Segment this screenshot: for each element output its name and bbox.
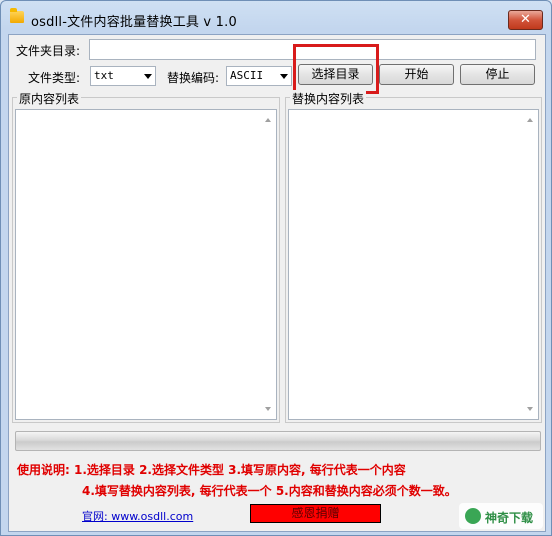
- replace-list-scrollbar[interactable]: [523, 110, 538, 419]
- start-button[interactable]: 开始: [379, 64, 454, 85]
- file-type-value: txt: [94, 69, 114, 82]
- scroll-up-icon[interactable]: [265, 118, 271, 122]
- highlight-box: [293, 44, 379, 94]
- original-list-title: 原内容列表: [17, 90, 82, 107]
- chevron-down-icon: [144, 74, 152, 79]
- title-bar[interactable]: osdll-文件内容批量替换工具 v 1.0 ✕: [1, 1, 551, 35]
- stop-button[interactable]: 停止: [460, 64, 535, 85]
- scroll-down-icon[interactable]: [527, 407, 533, 411]
- encoding-select[interactable]: ASCII: [226, 66, 292, 86]
- replace-list-title: 替换内容列表: [290, 90, 367, 107]
- file-type-select[interactable]: txt: [90, 66, 156, 86]
- instructions-line-1: 使用说明: 1.选择目录 2.选择文件类型 3.填写原内容, 每行代表一个内容: [17, 463, 406, 477]
- watermark: 神奇下载: [459, 503, 543, 529]
- watermark-text: 神奇下载: [485, 511, 534, 525]
- original-content-list[interactable]: [15, 109, 277, 420]
- file-type-label: 文件类型:: [28, 71, 81, 85]
- close-button[interactable]: ✕: [508, 10, 543, 30]
- client-area: 文件夹目录: 文件类型: txt 替换编码: ASCII 选择目录 开始 停止 …: [8, 34, 546, 532]
- instructions-line-2: 4.填写替换内容列表, 每行代表一个 5.内容和替换内容必须个数一致。: [82, 484, 457, 498]
- window-title: osdll-文件内容批量替换工具 v 1.0: [31, 15, 237, 30]
- app-window: osdll-文件内容批量替换工具 v 1.0 ✕ 文件夹目录: 文件类型: tx…: [0, 0, 552, 536]
- encoding-label: 替换编码:: [167, 71, 220, 85]
- donate-button[interactable]: 感恩捐赠: [250, 504, 381, 523]
- replace-content-list[interactable]: [288, 109, 539, 420]
- encoding-value: ASCII: [230, 69, 264, 82]
- scroll-down-icon[interactable]: [265, 407, 271, 411]
- progress-bar: [15, 431, 541, 451]
- scroll-up-icon[interactable]: [527, 118, 533, 122]
- chevron-down-icon: [280, 74, 288, 79]
- folder-icon: [10, 8, 24, 23]
- folder-label: 文件夹目录:: [16, 44, 81, 58]
- website-link[interactable]: 官网: www.osdll.com: [82, 508, 193, 524]
- watermark-logo-icon: [465, 508, 481, 524]
- original-list-scrollbar[interactable]: [261, 110, 276, 419]
